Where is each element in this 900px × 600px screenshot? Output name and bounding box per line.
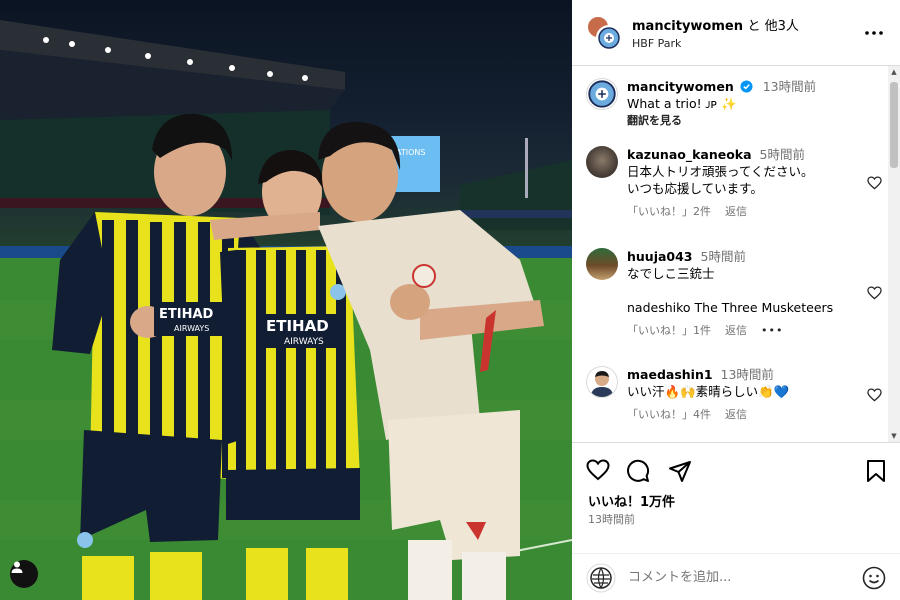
post-timestamp: 13時間前	[588, 513, 635, 526]
scrollbar-thumb[interactable]	[890, 82, 898, 168]
comment-username[interactable]: huuja043	[627, 249, 693, 264]
svg-text:ATIONS: ATIONS	[396, 148, 425, 157]
comment-item: kazunao_kaneoka 5時間前 日本人トリオ頑張ってください。 いつも…	[586, 146, 882, 220]
header-with-others[interactable]: と 他3人	[748, 19, 799, 34]
commenter-avatar-icon	[586, 563, 616, 592]
club-crest-icon	[588, 80, 616, 108]
post-panel: mancitywomen と 他3人 HBF Park mancitywomen…	[572, 0, 900, 600]
heart-outline-icon[interactable]	[867, 388, 882, 402]
comment-time: 5時間前	[759, 147, 805, 162]
post-photo[interactable]: ATIONS ETIHAD AIRWAYS ETIHAD AIRWAYS	[0, 0, 572, 600]
scroll-down-arrow-icon[interactable]: ▼	[888, 430, 900, 442]
like-count[interactable]: いいね！1万件	[588, 491, 675, 510]
header-account-name[interactable]: mancitywomen	[632, 19, 743, 34]
share-send-icon[interactable]	[668, 459, 692, 483]
commenter-avatar[interactable]	[586, 248, 618, 280]
svg-text:ETIHAD: ETIHAD	[159, 307, 214, 322]
comment-text-line	[627, 282, 882, 299]
comment-input[interactable]	[628, 570, 862, 585]
comment-text-line: いい汗🔥🙌素晴らしい👏💙	[627, 384, 790, 399]
verified-badge-icon	[740, 80, 753, 93]
like-heart-icon[interactable]	[586, 459, 610, 481]
emoji-icon[interactable]	[862, 566, 886, 590]
comments-list[interactable]: mancitywomen 13時間前 What a trio! ᴊᴘ ✨ 翻訳を…	[572, 66, 900, 442]
comment-text-line: nadeshiko The Three Musketeers	[627, 300, 834, 315]
comment-username[interactable]: kazunao_kaneoka	[627, 147, 752, 162]
reply-button[interactable]: 返信	[725, 203, 747, 220]
post-caption: mancitywomen 13時間前 What a trio! ᴊᴘ ✨ 翻訳を…	[586, 78, 882, 129]
scroll-up-arrow-icon[interactable]: ▲	[888, 66, 900, 78]
reply-button[interactable]: 返信	[725, 322, 747, 339]
collab-avatars[interactable]	[586, 14, 622, 51]
comment-like-count[interactable]: 「いいね！」4件	[627, 406, 711, 423]
comments-scrollbar[interactable]: ▲ ▼	[888, 66, 900, 442]
comment-text-line: なでしこ三銃士	[627, 266, 715, 281]
heart-outline-icon[interactable]	[867, 176, 882, 190]
reply-button[interactable]: 返信	[725, 406, 747, 423]
avatar-mancity	[596, 24, 622, 51]
more-options-button[interactable]	[862, 30, 886, 35]
caption-text: What a trio! ᴊᴘ ✨	[627, 96, 737, 111]
translate-link[interactable]: 翻訳を見る	[627, 112, 882, 129]
comment-time: 13時間前	[720, 367, 774, 382]
comment-time: 5時間前	[700, 249, 746, 264]
location-link[interactable]: HBF Park	[632, 37, 862, 50]
tagged-users-button[interactable]	[10, 560, 38, 588]
svg-text:AIRWAYS: AIRWAYS	[284, 337, 324, 347]
comment-text-line: 日本人トリオ頑張ってください。	[627, 164, 814, 179]
comment-bubble-icon[interactable]	[626, 459, 650, 483]
caption-time: 13時間前	[762, 79, 817, 94]
comment-options-button[interactable]: •••	[761, 322, 783, 339]
more-dots-icon	[865, 30, 883, 35]
add-comment-bar	[572, 553, 900, 600]
person-icon	[11, 561, 23, 573]
heart-outline-icon[interactable]	[867, 286, 882, 300]
comment-like-count[interactable]: 「いいね！」2件	[627, 203, 711, 220]
post-header: mancitywomen と 他3人 HBF Park	[572, 0, 900, 66]
comment-like-count[interactable]: 「いいね！」1件	[627, 322, 711, 339]
comment-username[interactable]: maedashin1	[627, 367, 713, 382]
caption-username[interactable]: mancitywomen	[627, 79, 734, 94]
comment-item: maedashin1 13時間前 いい汗🔥🙌素晴らしい👏💙 「いいね！」4件 返…	[586, 366, 882, 423]
svg-text:AIRWAYS: AIRWAYS	[174, 324, 209, 333]
post-actions: いいね！1万件 13時間前	[572, 442, 900, 600]
comment-item: huuja043 5時間前 なでしこ三銃士 nadeshiko The Thre…	[586, 248, 882, 339]
person-photo-icon	[591, 371, 613, 397]
commenter-avatar[interactable]	[586, 366, 618, 398]
club-crest-icon	[598, 26, 620, 49]
save-bookmark-icon[interactable]	[866, 459, 886, 483]
svg-text:ETIHAD: ETIHAD	[266, 317, 329, 335]
photo-illustration: ATIONS ETIHAD AIRWAYS ETIHAD AIRWAYS	[0, 20, 572, 600]
comment-text-line: いつも応援しています。	[627, 181, 763, 196]
commenter-avatar[interactable]	[586, 146, 618, 178]
caption-avatar[interactable]	[586, 78, 618, 110]
